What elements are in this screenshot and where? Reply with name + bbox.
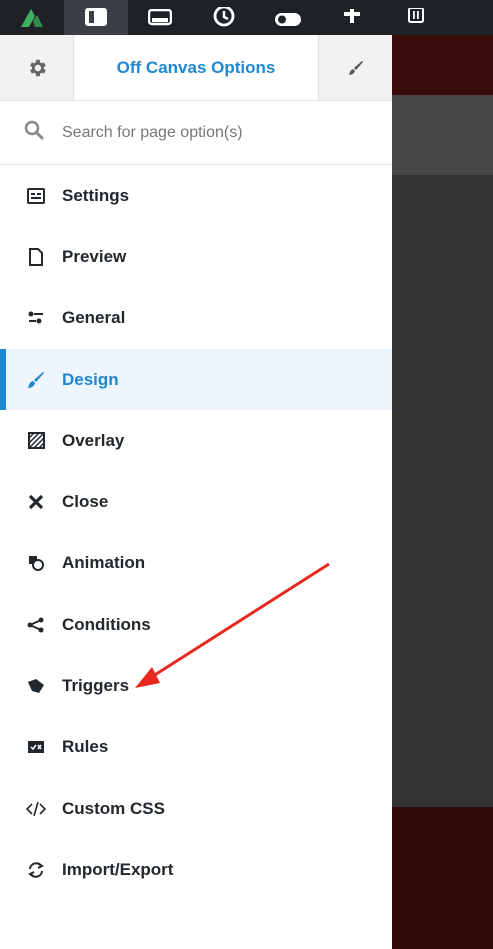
close-icon (26, 492, 46, 512)
menu-item-label: Settings (62, 185, 130, 205)
menu-item-label: Preview (62, 246, 127, 266)
rules-icon (26, 737, 46, 757)
menu-item-general[interactable]: General (0, 288, 392, 349)
menu-item-conditions[interactable]: Conditions (0, 594, 392, 655)
sync-icon (26, 860, 46, 880)
layers-icon[interactable] (128, 0, 192, 35)
sliders-icon (26, 308, 46, 328)
menu-item-rules[interactable]: Rules (0, 717, 392, 778)
menu-item-custom-css[interactable]: Custom CSS (0, 778, 392, 839)
menu-item-label: Conditions (62, 614, 151, 634)
menu-item-close[interactable]: Close (0, 471, 392, 532)
panel-header: Off Canvas Options (0, 35, 392, 101)
menu-item-settings[interactable]: Settings (0, 165, 392, 226)
menu-item-label: Overlay (62, 430, 125, 450)
search-input[interactable] (60, 122, 354, 143)
menu-item-import-export[interactable]: Import/Export (0, 839, 392, 900)
menu-item-label: General (62, 308, 126, 328)
brush-icon (26, 370, 46, 390)
menu-item-label: Rules (62, 737, 109, 757)
menu-item-label: Design (62, 369, 119, 389)
gear-icon[interactable] (0, 35, 74, 100)
menu-item-preview[interactable]: Preview (0, 226, 392, 287)
menu-item-label: Animation (62, 553, 146, 573)
canvas-area (392, 35, 493, 95)
menu-item-label: Custom CSS (62, 798, 165, 818)
add-icon[interactable] (320, 0, 384, 35)
share-icon (26, 615, 46, 635)
menu-item-design[interactable]: Design (0, 348, 392, 411)
search-icon (24, 120, 44, 145)
logo-icon[interactable] (0, 0, 64, 35)
canvas-area (392, 807, 493, 949)
menu-item-label: Triggers (62, 676, 130, 696)
menu-item-label: Close (62, 492, 109, 512)
settings-icon (26, 186, 46, 206)
history-icon[interactable] (192, 0, 256, 35)
brush-icon[interactable] (318, 35, 392, 100)
menu-item-label: Import/Export (62, 859, 174, 879)
document-icon (26, 247, 46, 267)
options-panel: Off Canvas Options Settings Preview (0, 35, 392, 949)
code-icon (26, 799, 46, 819)
menu-item-triggers[interactable]: Triggers (0, 655, 392, 716)
panel-icon[interactable] (64, 0, 128, 35)
menu-item-overlay[interactable]: Overlay (0, 410, 392, 471)
top-toolbar (0, 0, 493, 35)
menu-item-animation[interactable]: Animation (0, 533, 392, 594)
pointer-icon (26, 676, 46, 696)
trash-icon[interactable] (384, 0, 448, 35)
toggle-icon[interactable] (256, 0, 320, 35)
panel-title: Off Canvas Options (116, 57, 276, 77)
hatch-icon (26, 431, 46, 451)
options-menu: Settings Preview General Design Overlay (0, 165, 392, 901)
animation-icon (26, 553, 46, 573)
canvas-area (392, 95, 493, 175)
search-bar (0, 101, 392, 165)
canvas-area (392, 175, 493, 807)
